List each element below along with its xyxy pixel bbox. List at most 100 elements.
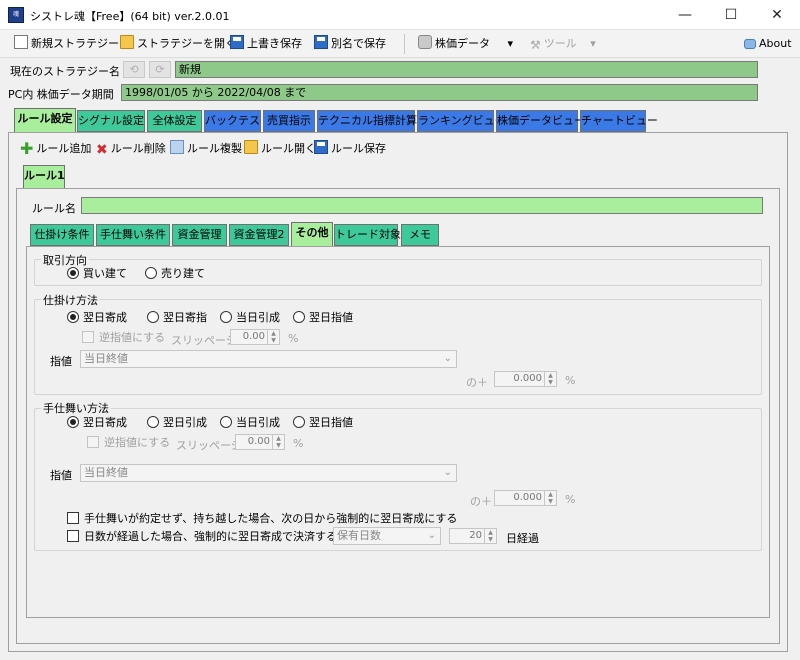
tab-money-management[interactable]: 資金管理 bbox=[172, 224, 227, 246]
window-title: シストレ魂【Free】(64 bit) ver.2.0.01 bbox=[30, 10, 230, 23]
entry-of-label: の＋ bbox=[466, 376, 488, 389]
direction-sell-radio[interactable]: 売り建て bbox=[145, 267, 205, 281]
tools-menu[interactable]: ⚒ ツール ▾ bbox=[530, 35, 596, 53]
checkbox-icon bbox=[67, 512, 79, 524]
chat-bubble-icon bbox=[744, 39, 756, 49]
tab-entry-conditions[interactable]: 仕掛け条件 bbox=[30, 224, 94, 246]
undo-button[interactable]: ⟲ bbox=[123, 61, 145, 78]
new-strategy-button[interactable]: 新規ストラテジー bbox=[14, 35, 119, 53]
entry-next-limit-radio[interactable]: 翌日指値 bbox=[293, 311, 353, 325]
tab-trade-target[interactable]: トレード対象 bbox=[334, 224, 401, 246]
checkbox-icon bbox=[87, 436, 99, 448]
strategy-name-label: 現在のストラテジー名 bbox=[10, 65, 120, 78]
entry-next-open-limit-radio[interactable]: 翌日寄指 bbox=[147, 311, 207, 325]
exit-limit-select[interactable]: 当日終値 ⌄ bbox=[80, 464, 457, 482]
exit-today-close-radio[interactable]: 当日引成 bbox=[220, 416, 280, 430]
tab-chart-view[interactable]: チャートビュー bbox=[580, 110, 658, 132]
entry-today-close-radio[interactable]: 当日引成 bbox=[220, 311, 280, 325]
redo-button[interactable]: ⟳ bbox=[149, 61, 171, 78]
days-type-select[interactable]: 保有日数 ⌄ bbox=[333, 527, 441, 545]
chevron-down-icon: ⌄ bbox=[427, 530, 436, 541]
exit-next-limit-radio[interactable]: 翌日指値 bbox=[293, 416, 353, 430]
main-tab-bar: ルール設定 シグナル設定 全体設定 バックテスト 売買指示 テクニカル指標計算 … bbox=[14, 108, 658, 133]
open-rule-button[interactable]: ルール開く bbox=[244, 140, 316, 158]
tab-exit-conditions[interactable]: 手仕舞い条件 bbox=[96, 224, 170, 246]
tab-technical-calc[interactable]: テクニカル指標計算 bbox=[317, 110, 417, 132]
exit-offset-stepper[interactable]: 0.000 ▲ ▼ bbox=[494, 490, 557, 506]
tab-money-management-2[interactable]: 資金管理2 bbox=[229, 224, 289, 246]
chevron-down-icon: ⌄ bbox=[443, 467, 452, 478]
exit-next-close-radio[interactable]: 翌日引成 bbox=[147, 416, 207, 430]
entry-slippage-unit: % bbox=[288, 332, 299, 345]
radio-empty-icon bbox=[147, 416, 159, 428]
maximize-button[interactable]: ☐ bbox=[708, 0, 754, 30]
close-button[interactable]: ✕ bbox=[754, 0, 800, 30]
radio-selected-icon bbox=[67, 267, 79, 279]
chevron-down-icon: ⌄ bbox=[443, 353, 452, 364]
tab-signal-settings[interactable]: シグナル設定 bbox=[77, 110, 145, 132]
radio-selected-icon bbox=[67, 311, 79, 323]
save-rule-button[interactable]: ルール保存 bbox=[314, 140, 386, 158]
exit-next-open-radio[interactable]: 翌日寄成 bbox=[67, 416, 127, 430]
exit-slippage-stepper[interactable]: 0.00 ▲ ▼ bbox=[235, 434, 285, 450]
tab-memo[interactable]: メモ bbox=[401, 224, 439, 246]
radio-empty-icon bbox=[145, 267, 157, 279]
spinner-arrows-icon[interactable]: ▲ ▼ bbox=[544, 491, 556, 505]
entry-reverse-limit-checkbox[interactable]: 逆指値にする bbox=[82, 331, 165, 345]
delete-rule-button[interactable]: ✖ ルール削除 bbox=[96, 140, 166, 158]
data-period-field: 1998/01/05 から 2022/04/08 まで bbox=[121, 84, 758, 101]
entry-next-open-radio[interactable]: 翌日寄成 bbox=[67, 311, 127, 325]
tab-rule-settings[interactable]: ルール設定 bbox=[14, 108, 76, 133]
checkbox-icon bbox=[67, 530, 79, 542]
app-icon: 魂 bbox=[8, 7, 24, 23]
sub-tab-bar: 仕掛け条件 手仕舞い条件 資金管理 資金管理2 その他 トレード対象 メモ bbox=[30, 222, 450, 247]
exit-limit-label: 指値 bbox=[50, 469, 72, 482]
direction-group bbox=[34, 259, 762, 286]
force-next-open-checkbox[interactable]: 手仕舞いが約定せず、持ち越した場合、次の日から強制的に翌日寄成にする bbox=[67, 512, 457, 526]
entry-limit-select[interactable]: 当日終値 ⌄ bbox=[80, 350, 457, 368]
spinner-arrows-icon[interactable]: ▲ ▼ bbox=[272, 435, 284, 449]
plus-icon: ✚ bbox=[20, 139, 34, 158]
strategy-name-field[interactable]: 新規 bbox=[175, 61, 758, 78]
radio-empty-icon bbox=[147, 311, 159, 323]
tab-trade-instructions[interactable]: 売買指示 bbox=[263, 110, 315, 132]
exit-method-group-title: 手仕舞い方法 bbox=[41, 400, 111, 416]
entry-slippage-label: スリッページ bbox=[171, 334, 237, 347]
tab-stock-data-view[interactable]: 株価データビュー bbox=[496, 110, 585, 132]
exit-slippage-label: スリッページ bbox=[176, 439, 242, 452]
spinner-arrows-icon[interactable]: ▲ ▼ bbox=[484, 529, 496, 543]
exit-reverse-limit-checkbox[interactable]: 逆指値にする bbox=[87, 436, 170, 450]
entry-offset-stepper[interactable]: 0.000 ▲ ▼ bbox=[494, 371, 557, 387]
overwrite-save-button[interactable]: 上書き保存 bbox=[230, 35, 302, 53]
open-strategy-button[interactable]: ストラテジーを開く bbox=[120, 35, 236, 53]
tab-rule-1[interactable]: ルール1 bbox=[23, 165, 65, 189]
entry-method-group bbox=[34, 299, 762, 395]
rule-name-field[interactable] bbox=[81, 197, 763, 214]
copy-rule-button[interactable]: ルール複製 bbox=[170, 140, 242, 158]
tab-ranking-view[interactable]: ランキングビュー bbox=[417, 110, 506, 132]
save-disk-icon bbox=[230, 35, 244, 49]
spinner-arrows-icon[interactable]: ▲ ▼ bbox=[267, 330, 279, 344]
save-as-disk-icon bbox=[314, 35, 328, 49]
spinner-arrows-icon[interactable]: ▲ ▼ bbox=[544, 372, 556, 386]
save-as-button[interactable]: 別名で保存 bbox=[314, 35, 386, 53]
tab-backtest[interactable]: バックテスト bbox=[204, 110, 271, 132]
about-button[interactable]: About bbox=[744, 35, 792, 53]
exit-of-label: の＋ bbox=[470, 495, 492, 508]
radio-empty-icon bbox=[293, 416, 305, 428]
tab-global-settings[interactable]: 全体設定 bbox=[147, 110, 202, 132]
data-period-label: PC内 株価データ期間 bbox=[8, 88, 114, 101]
force-after-days-checkbox[interactable]: 日数が経過した場合、強制的に翌日寄成で決済する bbox=[67, 530, 337, 544]
direction-buy-radio[interactable]: 買い建て bbox=[67, 267, 127, 281]
radio-selected-icon bbox=[67, 416, 79, 428]
tab-other[interactable]: その他 bbox=[291, 222, 333, 247]
entry-slippage-stepper[interactable]: 0.00 ▲ ▼ bbox=[230, 329, 280, 345]
stock-data-menu[interactable]: 株価データ ▾ bbox=[418, 35, 513, 53]
database-icon bbox=[418, 35, 432, 49]
minimize-button[interactable]: — bbox=[662, 0, 708, 30]
radio-empty-icon bbox=[220, 311, 232, 323]
days-count-stepper[interactable]: 20 ▲ ▼ bbox=[449, 528, 497, 544]
entry-method-group-title: 仕掛け方法 bbox=[41, 292, 100, 308]
add-rule-button[interactable]: ✚ ルール追加 bbox=[20, 140, 91, 158]
tools-icon: ⚒ bbox=[530, 38, 541, 52]
